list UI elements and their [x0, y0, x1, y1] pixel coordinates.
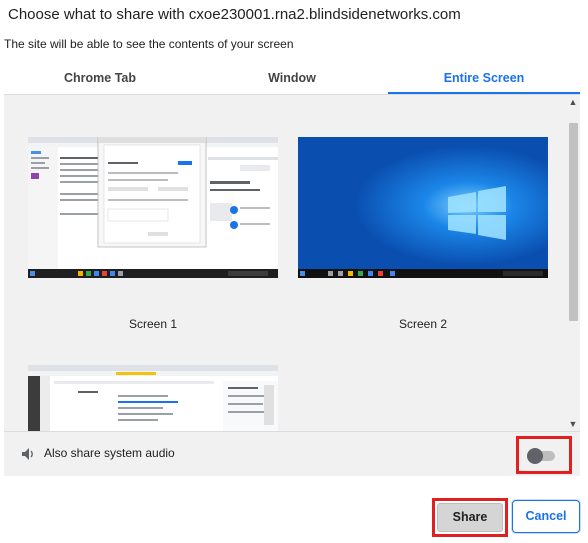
audio-toggle-highlight	[516, 436, 572, 474]
source-tabs: Chrome Tab Window Entire Screen	[4, 66, 580, 94]
tab-entire-screen[interactable]: Entire Screen	[388, 66, 580, 94]
screen-2-thumbnail[interactable]	[298, 137, 548, 278]
audio-share-label: Also share system audio	[44, 446, 175, 460]
share-button-highlight: Share	[432, 498, 508, 537]
share-button[interactable]: Share	[437, 503, 503, 532]
speaker-icon	[22, 448, 33, 460]
screen-3-preview-image	[28, 365, 278, 431]
screen-2-preview-image	[298, 137, 548, 278]
tab-chrome-tab[interactable]: Chrome Tab	[4, 66, 196, 94]
cancel-button[interactable]: Cancel	[512, 500, 580, 533]
dialog-title: Choose what to share with cxoe230001.rna…	[8, 6, 461, 23]
screen-list-scrollbar[interactable]: ▲ ▼	[566, 95, 580, 431]
scroll-down-arrow-icon[interactable]: ▼	[566, 417, 580, 431]
tab-window[interactable]: Window	[196, 66, 388, 94]
scrollbar-thumb[interactable]	[569, 123, 578, 321]
screen-grid: Screen 1 Screen 2	[4, 95, 564, 431]
screen-1-thumbnail[interactable]	[28, 136, 278, 278]
screen-2-label[interactable]: Screen 2	[323, 317, 523, 331]
screen-3-thumbnail[interactable]	[28, 365, 278, 431]
audio-toggle-knob[interactable]	[527, 448, 543, 464]
scroll-up-arrow-icon[interactable]: ▲	[566, 95, 580, 109]
audio-share-row: Also share system audio	[4, 431, 580, 476]
dialog-subtitle: The site will be able to see the content…	[4, 37, 294, 51]
screen-1-label[interactable]: Screen 1	[53, 317, 253, 331]
screen-picker-panel: Screen 1 Screen 2 ▲ ▼ Also share system …	[4, 94, 580, 476]
screen-1-preview-image	[28, 136, 278, 278]
